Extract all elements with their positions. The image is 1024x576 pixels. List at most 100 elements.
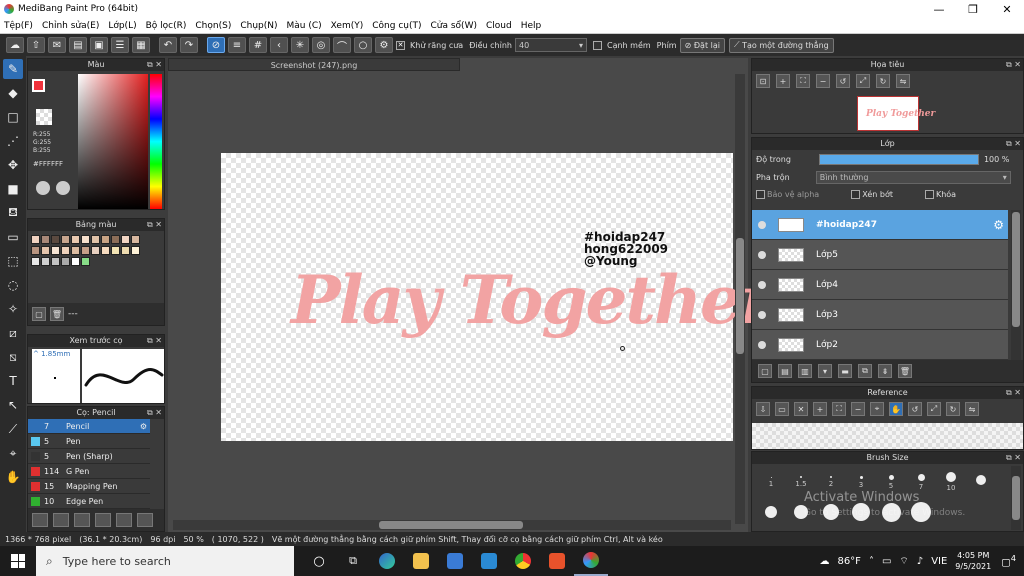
select-pen-icon[interactable]: ⧄ bbox=[3, 323, 23, 343]
color-wheel-icon[interactable] bbox=[56, 181, 70, 195]
palette-swatch[interactable] bbox=[111, 246, 120, 255]
taskbar-search[interactable]: ⌕ Type here to search bbox=[36, 546, 294, 576]
panel-close-icon[interactable]: ⧉ ✕ bbox=[147, 219, 162, 231]
upload-icon[interactable]: ⇧ bbox=[27, 37, 45, 53]
panel-close-icon[interactable]: ⧉ ✕ bbox=[147, 407, 162, 419]
palette-swatch[interactable] bbox=[121, 246, 130, 255]
layer-scrollbar[interactable] bbox=[1011, 210, 1021, 360]
brush-item[interactable]: 10 Edge Pen bbox=[28, 494, 150, 509]
menu-file[interactable]: Tệp(F) bbox=[4, 21, 33, 31]
palette-swatch[interactable] bbox=[31, 235, 40, 244]
scroll-thumb[interactable] bbox=[379, 521, 523, 529]
cloud-download-icon[interactable]: ⇩ bbox=[756, 402, 770, 416]
reference-canvas[interactable] bbox=[752, 423, 1023, 449]
menu-help[interactable]: Help bbox=[521, 21, 542, 31]
undo-icon[interactable]: ↶ bbox=[159, 37, 177, 53]
divide-tool-icon[interactable]: ⟋ bbox=[3, 419, 23, 439]
brush-item[interactable]: 5 Pen bbox=[28, 434, 150, 449]
gear-icon[interactable]: ⚙ bbox=[140, 422, 147, 431]
palette-swatch[interactable] bbox=[71, 235, 80, 244]
maximize-button[interactable]: ❐ bbox=[956, 3, 990, 16]
palette-swatch[interactable] bbox=[131, 235, 140, 244]
start-button[interactable] bbox=[0, 546, 36, 576]
document-icon[interactable]: ▤ bbox=[69, 37, 87, 53]
document-tab[interactable]: Screenshot (247).png bbox=[168, 58, 460, 71]
snap-off-icon[interactable]: ⊘ bbox=[207, 37, 225, 53]
visibility-icon[interactable] bbox=[758, 310, 766, 319]
antialias-checkbox[interactable]: ✕ bbox=[396, 40, 405, 50]
palette-swatch[interactable] bbox=[61, 246, 70, 255]
close-button[interactable]: ✕ bbox=[990, 3, 1024, 16]
panel-close-icon[interactable]: ⧉ ✕ bbox=[147, 335, 162, 347]
menu-snap[interactable]: Chụp(N) bbox=[240, 21, 277, 31]
settings-icon[interactable]: ⚙ bbox=[375, 37, 393, 53]
ellipse-snap-icon[interactable]: ○ bbox=[354, 37, 372, 53]
move-tool-icon[interactable]: ✥ bbox=[3, 155, 23, 175]
magic-wand-icon[interactable]: ✧ bbox=[3, 299, 23, 319]
weather-icon[interactable]: ☁ bbox=[819, 556, 829, 567]
palette-swatch[interactable] bbox=[91, 235, 100, 244]
trash-icon[interactable]: 🗑 bbox=[50, 307, 64, 321]
saturation-value-picker[interactable] bbox=[78, 74, 148, 209]
palette-swatch[interactable] bbox=[101, 235, 110, 244]
circle-snap-icon[interactable]: ◎ bbox=[312, 37, 330, 53]
eraser-tool-icon[interactable]: ◆ bbox=[3, 83, 23, 103]
vertical-scrollbar[interactable] bbox=[735, 74, 745, 524]
palette-swatch[interactable] bbox=[51, 257, 60, 266]
clock[interactable]: 4:05 PM 9/5/2021 bbox=[955, 550, 991, 572]
brush-size-option[interactable]: 1 bbox=[756, 466, 786, 498]
brush-item[interactable]: 5 Pen (Sharp) bbox=[28, 449, 150, 464]
opacity-slider[interactable] bbox=[818, 153, 979, 165]
eyedropper-icon[interactable]: ⌖ bbox=[870, 402, 884, 416]
operation-tool-icon[interactable]: ↖ bbox=[3, 395, 23, 415]
palette-swatch[interactable] bbox=[61, 257, 70, 266]
blend-mode-select[interactable]: Bình thường ▾ bbox=[815, 170, 1011, 184]
brush-item[interactable]: 7 Pencil ⚙ bbox=[28, 419, 150, 434]
redo-icon[interactable]: ↷ bbox=[180, 37, 198, 53]
fill-rect-icon[interactable]: ■ bbox=[3, 179, 23, 199]
layer-row[interactable]: Lớp4 bbox=[752, 270, 1008, 300]
folder-icon[interactable]: ▬ bbox=[838, 364, 852, 378]
copy-brush-icon[interactable] bbox=[53, 513, 69, 527]
grid-icon[interactable]: ▦ bbox=[132, 37, 150, 53]
new-halftone-layer-icon[interactable]: ▤ bbox=[778, 364, 792, 378]
tray-chevron-icon[interactable]: ˄ bbox=[869, 556, 874, 567]
brush-tool-icon[interactable]: ✎ bbox=[3, 59, 23, 79]
navigator-thumbnail[interactable]: Play Together bbox=[857, 96, 935, 131]
palette-swatch[interactable] bbox=[31, 246, 40, 255]
zoom-out-icon[interactable]: − bbox=[816, 74, 830, 88]
language-indicator[interactable]: VIE bbox=[931, 556, 947, 567]
visibility-icon[interactable] bbox=[758, 280, 766, 289]
palette-swatch[interactable] bbox=[81, 257, 90, 266]
flip-icon[interactable]: ⇋ bbox=[965, 402, 979, 416]
hand-icon[interactable]: ✋ bbox=[889, 402, 903, 416]
brush-item[interactable]: 114 G Pen bbox=[28, 464, 150, 479]
brush-size-option[interactable] bbox=[756, 498, 786, 526]
duplicate-layer-icon[interactable]: ⧉ bbox=[858, 364, 872, 378]
merge-layer-icon[interactable]: ⇟ bbox=[878, 364, 892, 378]
palette-swatch[interactable] bbox=[51, 235, 60, 244]
radial-snap-icon[interactable]: ✳ bbox=[291, 37, 309, 53]
visibility-icon[interactable] bbox=[758, 220, 766, 229]
layer-row[interactable]: Lớp2 bbox=[752, 330, 1008, 360]
medibang-icon[interactable] bbox=[574, 546, 608, 576]
fit-window-icon[interactable]: ⤢ bbox=[856, 74, 870, 88]
vanish-snap-icon[interactable]: ‹ bbox=[270, 37, 288, 53]
panel-close-icon[interactable]: ⧉ ✕ bbox=[147, 59, 162, 71]
gradient-tool-icon[interactable]: ▭ bbox=[3, 227, 23, 247]
volume-icon[interactable]: ♪ bbox=[917, 556, 923, 567]
rotate-right-icon[interactable]: ↻ bbox=[946, 402, 960, 416]
trash-icon[interactable]: 🗑 bbox=[898, 364, 912, 378]
palette-icon[interactable] bbox=[36, 181, 50, 195]
lasso-tool-icon[interactable]: ◌ bbox=[3, 275, 23, 295]
office-icon[interactable] bbox=[540, 546, 574, 576]
reset-button[interactable]: ⊘ Đặt lại bbox=[679, 37, 725, 53]
network-icon[interactable]: ▭ bbox=[882, 556, 891, 567]
close-icon[interactable]: ✕ bbox=[794, 402, 808, 416]
layer-row[interactable]: Lớp5 bbox=[752, 240, 1008, 270]
palette-swatch[interactable] bbox=[131, 246, 140, 255]
select-eraser-icon[interactable]: ⧅ bbox=[3, 347, 23, 367]
scroll-thumb[interactable] bbox=[1012, 212, 1020, 327]
palette-swatch[interactable] bbox=[51, 246, 60, 255]
cloud-icon[interactable]: ☁ bbox=[6, 37, 24, 53]
